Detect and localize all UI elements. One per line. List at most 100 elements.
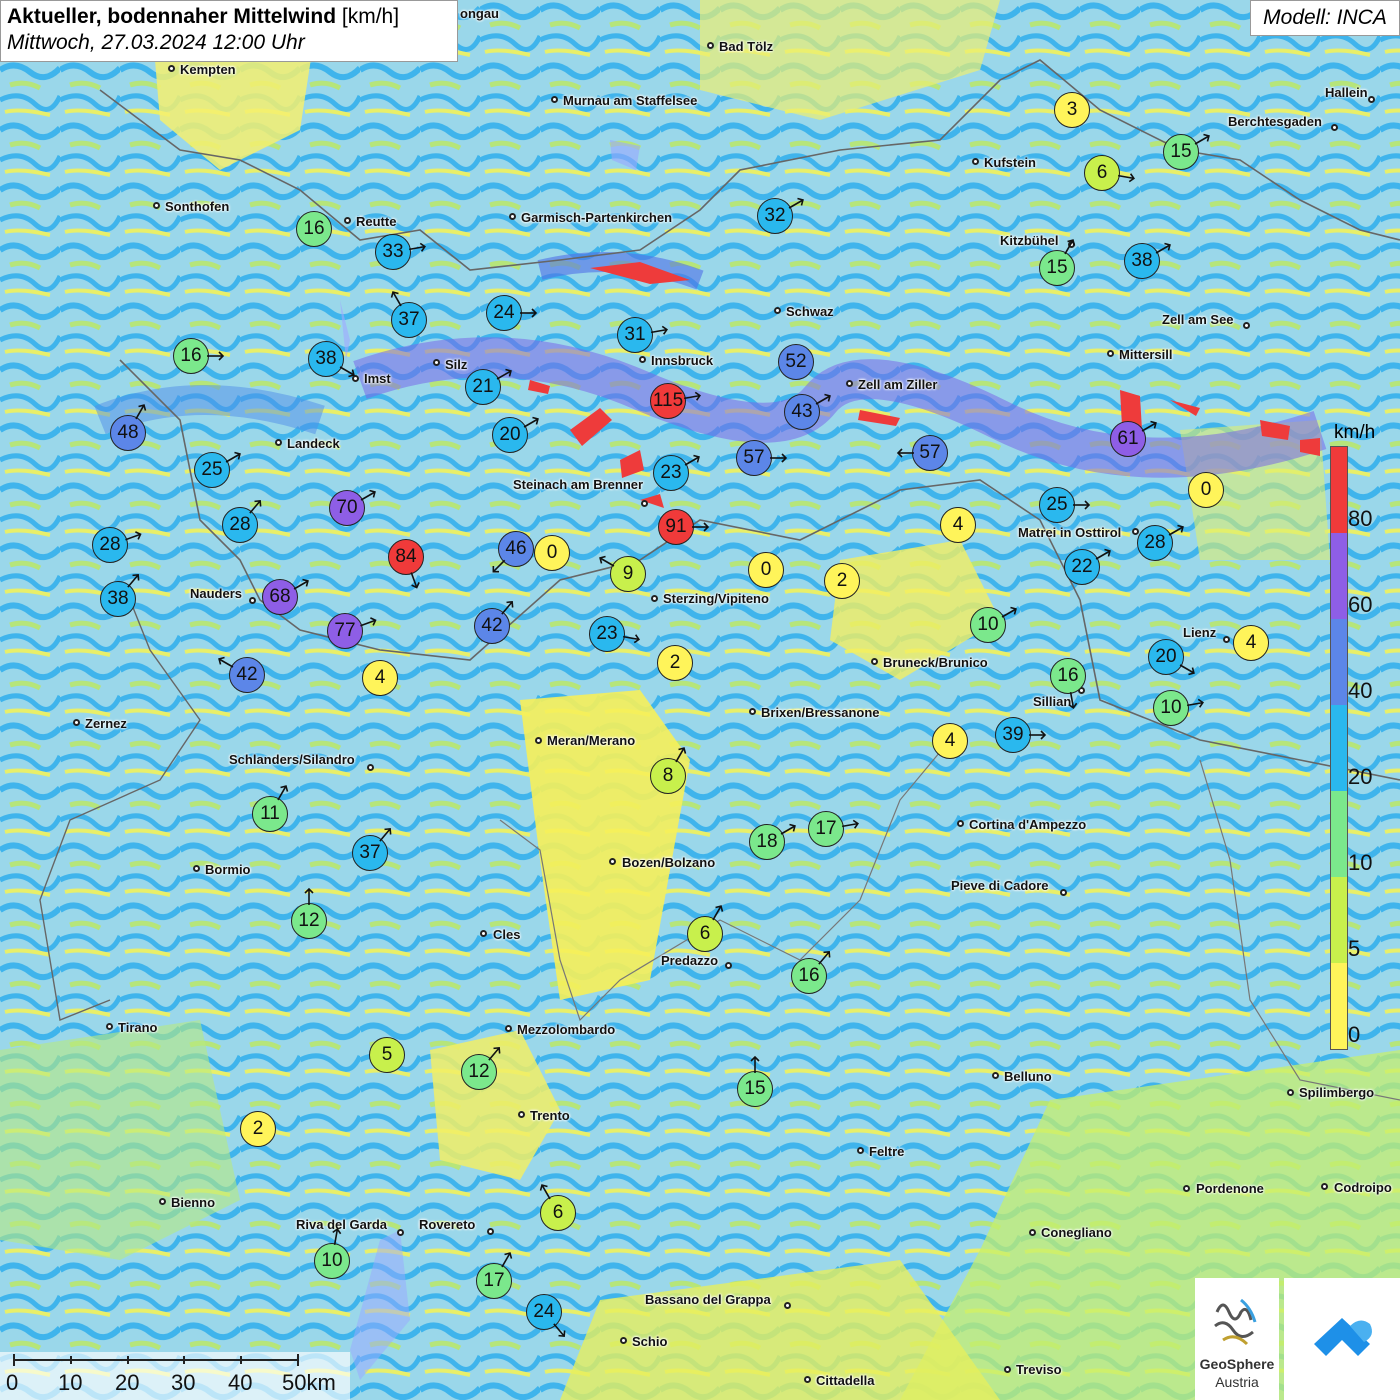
app-icon (1314, 1318, 1372, 1356)
wind-station[interactable]: 57 (912, 435, 948, 471)
city-label: Kufstein (984, 155, 1036, 170)
wind-station[interactable]: 52 (778, 344, 814, 380)
legend-tick: 0 (1348, 1022, 1361, 1047)
wind-direction-arrow-icon (360, 489, 376, 501)
wind-direction-arrow-icon (539, 1184, 551, 1200)
wind-station[interactable]: 12 (291, 903, 327, 939)
city-label: ongau (460, 6, 499, 21)
wind-direction-arrow-icon (683, 391, 701, 401)
wind-station[interactable]: 16 (1050, 658, 1086, 694)
city-label: Kitzbühel (1000, 233, 1059, 248)
city-label: Matrei in Osttirol (1018, 525, 1122, 540)
wind-direction-arrow-icon (1029, 730, 1047, 740)
city-dot (620, 1337, 627, 1344)
wind-direction-arrow-icon (249, 499, 262, 514)
wind-station[interactable]: 15 (737, 1071, 773, 1107)
wind-station[interactable]: 16 (173, 338, 209, 374)
city-label: Trento (530, 1108, 570, 1123)
scale-tick: 50km (282, 1370, 336, 1395)
wind-direction-arrow-icon (1095, 548, 1111, 560)
wind-station[interactable]: 17 (808, 811, 844, 847)
geosphere-logo: GeoSphere Austria (1195, 1278, 1279, 1400)
wind-station[interactable]: 4 (932, 723, 968, 759)
city-dot (487, 1228, 494, 1235)
wind-station[interactable]: 6 (1084, 155, 1120, 191)
city-dot (609, 858, 616, 865)
wind-station[interactable]: 2 (657, 645, 693, 681)
city-dot (846, 380, 853, 387)
scale-tick: 0 (6, 1370, 19, 1395)
legend-seg (1331, 791, 1347, 877)
city-label: Tirano (118, 1020, 158, 1035)
wind-direction-arrow-icon (501, 600, 514, 615)
wind-station[interactable]: 91 (658, 509, 694, 545)
map-datetime: Mittwoch, 27.03.2024 12:00 Uhr (7, 31, 305, 54)
wind-direction-arrow-icon (788, 197, 804, 209)
wind-station[interactable]: 23 (589, 616, 625, 652)
wind-direction-arrow-icon (1064, 239, 1076, 255)
city-dot (857, 1147, 864, 1154)
legend-tick: 10 (1348, 850, 1373, 875)
wind-station[interactable]: 4 (362, 660, 398, 696)
wind-station[interactable]: 10 (1153, 690, 1189, 726)
wind-direction-arrow-icon (1141, 420, 1157, 432)
city-label: Conegliano (1041, 1225, 1112, 1240)
wind-station[interactable]: 2 (824, 563, 860, 599)
city-label: Murnau am Staffelsee (563, 93, 698, 108)
wind-station[interactable]: 3 (1054, 92, 1090, 128)
wind-station[interactable]: 24 (486, 295, 522, 331)
wind-station[interactable]: 0 (748, 552, 784, 588)
wind-station[interactable]: 10 (314, 1243, 350, 1279)
wind-direction-arrow-icon (332, 1228, 342, 1246)
wind-direction-arrow-icon (520, 308, 538, 318)
city-dot (992, 1072, 999, 1079)
scale-tick: 20 (115, 1370, 140, 1395)
wind-station[interactable]: 5 (369, 1037, 405, 1073)
wind-station[interactable]: 16 (296, 211, 332, 247)
wind-direction-arrow-icon (1073, 500, 1091, 510)
legend-seg (1331, 533, 1347, 619)
map-title: Aktueller, bodennaher Mittelwind [km/h] (7, 5, 400, 28)
wind-direction-arrow-icon (675, 747, 687, 763)
city-label: Silz (445, 357, 468, 372)
geosphere-country: Austria (1215, 1374, 1259, 1390)
city-dot (972, 158, 979, 165)
city-dot (367, 764, 374, 771)
legend-tick: 60 (1348, 592, 1373, 617)
wind-station[interactable]: 2 (240, 1111, 276, 1147)
wind-station[interactable]: 4 (1233, 625, 1269, 661)
legend-seg (1331, 447, 1347, 533)
city-dot (159, 1198, 166, 1205)
city-dot (1243, 322, 1250, 329)
wind-station[interactable]: 33 (375, 234, 411, 270)
wind-station[interactable]: 25 (1039, 487, 1075, 523)
city-dot (249, 597, 256, 604)
wind-station[interactable]: 0 (534, 535, 570, 571)
wind-direction-arrow-icon (339, 366, 355, 378)
wind-direction-arrow-icon (127, 573, 140, 588)
wind-direction-arrow-icon (815, 393, 831, 405)
legend-tick: 80 (1348, 506, 1373, 531)
wind-station[interactable]: 0 (1188, 472, 1224, 508)
city-dot (535, 737, 542, 744)
geosphere-name: GeoSphere (1199, 1356, 1275, 1372)
wind-direction-arrow-icon (408, 242, 426, 252)
city-dot (480, 930, 487, 937)
wind-station[interactable]: 39 (995, 717, 1031, 753)
wind-station[interactable]: 57 (736, 440, 772, 476)
wind-direction-arrow-icon (277, 785, 289, 801)
wind-direction-arrow-icon (1117, 173, 1135, 183)
wind-direction-arrow-icon (293, 578, 309, 590)
scale-tick: 40 (228, 1370, 253, 1395)
wind-station[interactable]: 4 (940, 507, 976, 543)
city-dot (1183, 1185, 1190, 1192)
city-label: Spilimbergo (1299, 1085, 1375, 1100)
city-dot (641, 500, 648, 507)
city-dot (1107, 350, 1114, 357)
city-label: Mittersill (1119, 347, 1173, 362)
city-label: Innsbruck (651, 353, 714, 368)
geosphere-icon (1214, 1298, 1257, 1346)
wind-station[interactable]: 31 (617, 317, 653, 353)
city-dot (784, 1302, 791, 1309)
wind-station[interactable]: 115 (650, 383, 686, 419)
